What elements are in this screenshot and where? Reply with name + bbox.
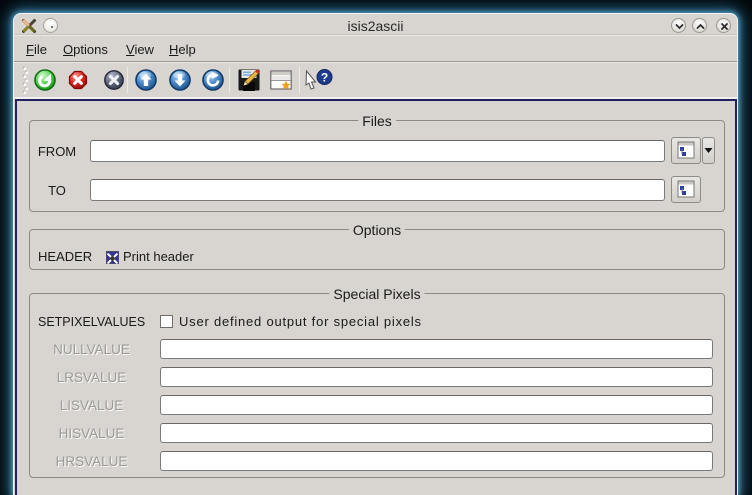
svg-text:?: ? xyxy=(321,71,328,85)
